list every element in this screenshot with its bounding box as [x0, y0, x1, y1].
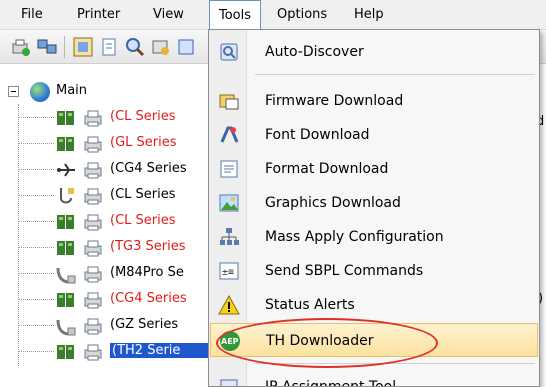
export-icon[interactable] — [176, 36, 198, 58]
network-port-icon — [57, 241, 74, 255]
tree-connector-line — [18, 169, 54, 170]
printer-icon — [84, 162, 102, 179]
add-printer-icon[interactable] — [10, 36, 32, 58]
printer-icon — [84, 318, 102, 335]
mass-apply-icon — [220, 228, 239, 245]
menu-item-label: Font Download — [265, 127, 370, 143]
tree-connector-line — [18, 117, 54, 118]
parallel-port-icon — [56, 267, 76, 284]
tree-connector-line — [18, 351, 54, 352]
auto-discover-icon — [220, 43, 238, 61]
tree-connector-line — [18, 325, 54, 326]
menu-item-label: Mass Apply Configuration — [265, 229, 444, 245]
network-port-icon — [57, 137, 74, 151]
menu-item-status-alerts[interactable]: Status Alerts — [210, 288, 538, 322]
menu-item-label: Firmware Download — [265, 93, 404, 109]
network-icon[interactable] — [36, 36, 58, 58]
menu-item-mass-apply-configuration[interactable]: Mass Apply Configuration — [210, 220, 538, 254]
settings-icon[interactable] — [150, 36, 172, 58]
firmware-icon — [219, 94, 239, 110]
format-icon — [220, 160, 238, 178]
menu-item-graphics-download[interactable]: Graphics Download — [210, 186, 538, 220]
toolbar-separator — [64, 36, 65, 58]
refresh-icon[interactable] — [72, 36, 94, 58]
tree-connector-line — [18, 299, 54, 300]
printer-icon — [84, 188, 102, 205]
printer-icon — [84, 110, 102, 127]
menu-item-font-download[interactable]: Font Download — [210, 118, 538, 152]
menu-options[interactable]: Options — [268, 0, 336, 30]
printer-icon — [84, 344, 102, 361]
tree-connector-line — [18, 221, 54, 222]
tree-connector-line — [18, 247, 54, 248]
search-icon[interactable] — [124, 36, 146, 58]
parallel-port-icon — [56, 319, 76, 336]
menu-help[interactable]: Help — [345, 0, 393, 30]
sbpl-icon: ±≡ — [219, 262, 239, 280]
menu-item-label: Auto-Discover — [265, 44, 364, 60]
network-port-icon — [57, 215, 74, 229]
menu-item-format-download[interactable]: Format Download — [210, 152, 538, 186]
menu-item-firmware-download[interactable]: Firmware Download — [210, 84, 538, 118]
menu-item-label: Send SBPL Commands — [265, 263, 424, 279]
tree-connector-line — [18, 195, 54, 196]
menu-item-label: Graphics Download — [265, 195, 401, 211]
tree-connector-line — [18, 273, 54, 274]
menu-separator — [255, 74, 535, 75]
collapse-icon[interactable] — [8, 86, 19, 97]
network-port-icon — [57, 345, 74, 359]
menu-printer[interactable]: Printer — [68, 0, 129, 30]
svg-text:±≡: ±≡ — [222, 267, 234, 278]
printer-icon — [84, 214, 102, 231]
printer-icon — [84, 266, 102, 283]
menu-bar: File Printer View Tools Options Help — [0, 0, 546, 30]
tree-connector-line — [18, 143, 54, 144]
menu-item-send-sbpl-commands[interactable]: ±≡ Send SBPL Commands — [210, 254, 538, 288]
font-icon — [220, 126, 239, 143]
printer-icon — [84, 240, 102, 257]
menu-item-label: IP Assignment Tool — [265, 379, 397, 387]
menu-item-auto-discover[interactable]: Auto-Discover — [210, 35, 538, 69]
menu-view[interactable]: View — [144, 0, 193, 30]
graphics-icon — [219, 194, 239, 212]
menu-tools[interactable]: Tools — [209, 0, 261, 30]
menu-item-label: Format Download — [265, 161, 389, 177]
menu-item-label: Status Alerts — [265, 297, 355, 313]
network-port-icon — [57, 111, 74, 125]
menu-file[interactable]: File — [12, 0, 52, 30]
network-port-icon — [57, 293, 74, 307]
usb-port-icon — [57, 163, 75, 177]
annotation-ellipse — [216, 318, 438, 368]
globe-icon — [30, 82, 50, 102]
ip-icon — [220, 379, 238, 386]
printer-icon — [84, 136, 102, 153]
tree-root-label: Main — [56, 83, 88, 98]
document-icon[interactable] — [98, 36, 120, 58]
serial-port-icon — [60, 188, 74, 204]
printer-icon — [84, 292, 102, 309]
warning-icon — [218, 294, 240, 315]
menu-item-ip-assignment-tool[interactable]: IP Assignment Tool — [210, 370, 538, 387]
